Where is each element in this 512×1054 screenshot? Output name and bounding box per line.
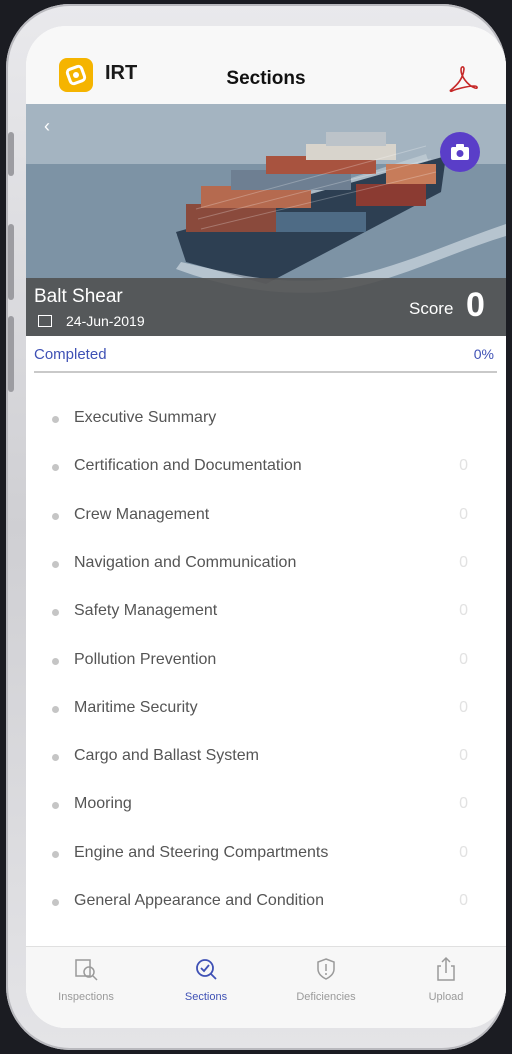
section-label: General Appearance and Condition	[74, 892, 324, 909]
bottom-tab-bar: Inspections Sections Deficiencies Upload	[26, 946, 506, 1028]
bullet-icon	[52, 754, 59, 762]
section-count: 0	[459, 457, 468, 475]
top-bar: IRT Sections	[26, 26, 506, 104]
section-count: 0	[459, 698, 468, 716]
section-list-item[interactable]: Pollution Prevention 0	[26, 638, 506, 686]
bullet-icon	[52, 512, 59, 520]
bullet-icon	[52, 899, 59, 906]
app-screen: IRT Sections ‹ Balt Shear 24-Jun-2019 Sc…	[26, 26, 506, 1028]
bullet-icon	[52, 705, 59, 713]
device-frame: IRT Sections ‹ Balt Shear 24-Jun-2019 Sc…	[6, 4, 506, 1050]
inspection-date: 24-Jun-2019	[66, 313, 145, 329]
completed-percent: 0%	[473, 346, 494, 362]
section-list-item[interactable]: Navigation and Communication 0	[26, 541, 506, 589]
section-count: 0	[459, 505, 468, 523]
section-list-item[interactable]: Crew Management 0	[26, 493, 506, 541]
section-list-item[interactable]: Certification and Documentation 0	[26, 444, 506, 492]
camera-icon	[451, 144, 469, 160]
bullet-icon	[52, 850, 59, 858]
section-list-item[interactable]: Executive Summary	[26, 396, 506, 444]
back-button[interactable]: ‹	[44, 116, 50, 137]
section-count: 0	[459, 602, 468, 620]
section-count: 0	[459, 650, 468, 668]
section-list-item[interactable]: Engine and Steering Compartments 0	[26, 831, 506, 879]
bullet-icon	[52, 609, 59, 617]
score-label: Score	[409, 299, 454, 318]
tab-upload-label: Upload	[428, 991, 464, 1003]
sections-icon	[196, 959, 217, 980]
page-title: Sections	[226, 68, 306, 89]
section-label: Cargo and Ballast System	[74, 747, 259, 765]
vessel-info-bar: Balt Shear 24-Jun-2019 Score 0	[26, 278, 506, 336]
section-list-item[interactable]: Safety Management 0	[26, 589, 506, 637]
section-label: Engine and Steering Compartments	[74, 843, 329, 861]
mute-switch	[8, 132, 14, 176]
deficiencies-icon	[317, 958, 335, 980]
volume-up-button	[8, 224, 14, 300]
progress-bar	[34, 371, 497, 373]
bullet-icon	[52, 416, 59, 423]
tab-inspections[interactable]: Inspections	[26, 955, 146, 1003]
vessel-name: Balt Shear	[34, 286, 123, 307]
completed-label: Completed	[34, 346, 107, 363]
section-list-item[interactable]: Cargo and Ballast System 0	[26, 734, 506, 782]
section-list-item[interactable]: Mooring 0	[26, 782, 506, 830]
section-count: 0	[459, 747, 468, 765]
tab-upload[interactable]: Upload	[386, 955, 506, 1003]
tab-deficiencies[interactable]: Deficiencies	[266, 955, 386, 1003]
bullet-icon	[52, 802, 59, 810]
tab-inspections-label: Inspections	[58, 991, 114, 1003]
tab-sections[interactable]: Sections	[146, 955, 266, 1003]
section-count: 0	[459, 795, 468, 813]
section-label: Maritime Security	[74, 698, 198, 716]
section-count: 0	[459, 892, 468, 909]
inspections-icon	[75, 959, 98, 981]
upload-icon	[437, 956, 455, 981]
section-label: Mooring	[74, 795, 132, 813]
tab-sections-label: Sections	[184, 991, 228, 1003]
section-label: Pollution Prevention	[74, 650, 217, 668]
section-count: 0	[459, 553, 468, 571]
section-count: 0	[459, 843, 468, 861]
tab-deficiencies-label: Deficiencies	[296, 991, 356, 1003]
calendar-icon	[38, 315, 52, 327]
score-value: 0	[466, 286, 485, 324]
pdf-export-icon[interactable]	[447, 63, 479, 95]
section-list-item[interactable]: Maritime Security 0	[26, 686, 506, 734]
volume-down-button	[8, 316, 14, 392]
bullet-icon	[52, 657, 59, 665]
section-label: Navigation and Communication	[74, 553, 297, 571]
section-list-item[interactable]: General Appearance and Condition 0	[26, 879, 506, 927]
bullet-icon	[52, 560, 59, 568]
section-label: Crew Management	[74, 505, 210, 523]
bullet-icon	[52, 464, 59, 472]
camera-button[interactable]	[440, 132, 480, 172]
section-label: Certification and Documentation	[74, 457, 302, 475]
vessel-photo: ‹ Balt Shear 24-Jun-2019 Score 0	[26, 104, 506, 336]
section-label: Executive Summary	[74, 409, 217, 426]
section-label: Safety Management	[74, 602, 218, 620]
